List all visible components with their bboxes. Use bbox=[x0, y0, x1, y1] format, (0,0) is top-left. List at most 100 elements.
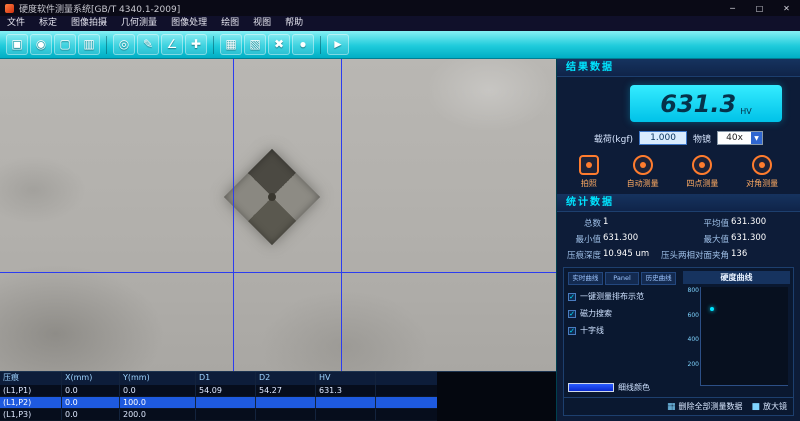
print-icon[interactable]: ▥ bbox=[78, 34, 100, 55]
menu-view[interactable]: 视图 bbox=[246, 16, 278, 31]
tools-icon[interactable]: ✚ bbox=[185, 34, 207, 55]
stat-mean-label: 平均值 bbox=[661, 217, 729, 229]
table-row[interactable]: (L1,P3) 0.0 200.0 bbox=[0, 409, 437, 421]
load-label: 载荷(kgf) bbox=[594, 132, 633, 145]
col-y: Y(mm) bbox=[120, 372, 196, 385]
option-one-key-layout[interactable]: ✓ 一键测量排布示范 bbox=[568, 291, 676, 302]
cell-d2 bbox=[256, 397, 316, 408]
checkbox-icon: ✓ bbox=[568, 310, 576, 318]
grid-delete-icon: ▦ bbox=[667, 402, 676, 412]
four-point-icon bbox=[692, 155, 712, 175]
tab-history-curve[interactable]: 历史曲线 bbox=[641, 272, 676, 285]
results-section-header: 结果数据 bbox=[557, 59, 800, 77]
col-x: X(mm) bbox=[62, 372, 120, 385]
measure-line-vertical-left[interactable] bbox=[233, 59, 234, 371]
col-d2: D2 bbox=[256, 372, 316, 385]
target-icon[interactable]: ◎ bbox=[113, 34, 135, 55]
menu-geometry-measure[interactable]: 几何测量 bbox=[114, 16, 164, 31]
chevron-down-icon: ▼ bbox=[751, 132, 762, 144]
save-image-icon[interactable]: ▣ bbox=[6, 34, 28, 55]
magnifier-toggle[interactable]: ■ 放大镜 bbox=[751, 401, 787, 412]
image-icon[interactable]: ▧ bbox=[244, 34, 266, 55]
live-view-icon[interactable]: ▢ bbox=[54, 34, 76, 55]
cell-y: 100.0 bbox=[120, 397, 196, 408]
line-color-row: 细线颜色 bbox=[568, 382, 676, 393]
stat-mean-value: 631.300 bbox=[731, 217, 792, 229]
cell-indent: (L1,P2) bbox=[0, 397, 62, 408]
delete-icon[interactable]: ✖ bbox=[268, 34, 290, 55]
menu-file[interactable]: 文件 bbox=[0, 16, 32, 31]
col-filler bbox=[376, 372, 437, 385]
menu-help[interactable]: 帮助 bbox=[278, 16, 310, 31]
export-run-icon[interactable]: ► bbox=[327, 34, 349, 55]
menu-image-capture[interactable]: 图像拍摄 bbox=[64, 16, 114, 31]
stat-min-label: 最小值 bbox=[565, 233, 601, 245]
menubar: 文件 标定 图像拍摄 几何测量 图像处理 绘图 视图 帮助 bbox=[0, 16, 800, 31]
capture-icon[interactable]: ◉ bbox=[30, 34, 52, 55]
angle-measure-icon[interactable]: ∠ bbox=[161, 34, 183, 55]
cell-x: 0.0 bbox=[62, 397, 120, 408]
measure-line-vertical-right[interactable] bbox=[341, 59, 342, 371]
objective-dropdown[interactable]: 40x ▼ bbox=[717, 131, 763, 145]
tab-live-curve[interactable]: 实时曲线 bbox=[568, 272, 603, 285]
menu-calibration[interactable]: 标定 bbox=[32, 16, 64, 31]
measure-line-horizontal[interactable] bbox=[0, 272, 556, 273]
option-magnetic-search[interactable]: ✓ 磁力搜索 bbox=[568, 308, 676, 319]
menu-drawing[interactable]: 绘图 bbox=[214, 16, 246, 31]
curve-title: 硬度曲线 bbox=[683, 271, 790, 284]
statistics-grid: 总数 1 平均值 631.300 最小值 631.300 最大值 631.300… bbox=[557, 212, 800, 265]
cell-x: 0.0 bbox=[62, 409, 120, 420]
toolbar-separator bbox=[213, 36, 214, 54]
checkbox-icon: ✓ bbox=[568, 293, 576, 301]
tab-panel[interactable]: Panel bbox=[605, 272, 640, 285]
table-row[interactable]: (L1,P1) 0.0 0.0 54.09 54.27 631.3 bbox=[0, 385, 437, 397]
diagonal-measure-button[interactable]: 对角测量 bbox=[746, 155, 778, 189]
app-window: 硬度软件测量系统[GB/T 4340.1-2009] ─ □ ✕ 文件 标定 图… bbox=[0, 0, 800, 421]
ytick: 400 bbox=[685, 336, 699, 343]
maximize-button[interactable]: □ bbox=[746, 0, 773, 16]
minimize-button[interactable]: ─ bbox=[719, 0, 746, 16]
cell-filler bbox=[376, 397, 437, 408]
stat-depth-value: 10.945 um bbox=[603, 249, 659, 261]
cell-d1 bbox=[196, 409, 256, 420]
curve-panel-body: 实时曲线 Panel 历史曲线 ✓ 一键测量排布示范 ✓ 磁力搜索 bbox=[564, 268, 793, 397]
stat-depth-label: 压痕深度 bbox=[565, 249, 601, 261]
main-area: 压痕 X(mm) Y(mm) D1 D2 HV (L1,P1) 0.0 0.0 … bbox=[0, 59, 800, 421]
option-crosshair[interactable]: ✓ 十字线 bbox=[568, 325, 676, 336]
button-label: 对角测量 bbox=[746, 178, 778, 189]
four-point-measure-button[interactable]: 四点测量 bbox=[686, 155, 718, 189]
grid-icon[interactable]: ▦ bbox=[220, 34, 242, 55]
col-indent: 压痕 bbox=[0, 372, 62, 385]
table-row-selected[interactable]: (L1,P2) 0.0 100.0 bbox=[0, 397, 437, 409]
diagonal-measure-icon bbox=[752, 155, 772, 175]
cell-d1 bbox=[196, 397, 256, 408]
table-header-row: 压痕 X(mm) Y(mm) D1 D2 HV bbox=[0, 372, 437, 385]
cell-filler bbox=[376, 385, 437, 396]
cell-hv: 631.3 bbox=[316, 385, 376, 396]
ytick: 800 bbox=[685, 287, 699, 294]
auto-measure-button[interactable]: 自动测量 bbox=[627, 155, 659, 189]
line-color-swatch[interactable] bbox=[568, 383, 614, 392]
cell-hv bbox=[316, 409, 376, 420]
objective-label: 物镜 bbox=[693, 132, 711, 145]
ytick: 600 bbox=[685, 312, 699, 319]
close-button[interactable]: ✕ bbox=[773, 0, 800, 16]
curve-chart-column: 硬度曲线 800 600 400 200 bbox=[680, 268, 793, 397]
option-label: 一键测量排布示范 bbox=[580, 291, 644, 302]
microscope-image-viewport[interactable] bbox=[0, 59, 556, 371]
measure-edit-icon[interactable]: ✎ bbox=[137, 34, 159, 55]
menu-image-processing[interactable]: 图像处理 bbox=[164, 16, 214, 31]
cell-d2: 54.27 bbox=[256, 385, 316, 396]
capture-photo-button[interactable]: 拍照 bbox=[579, 155, 599, 189]
cell-x: 0.0 bbox=[62, 385, 120, 396]
checkbox-icon: ✓ bbox=[568, 327, 576, 335]
curve-panel: 实时曲线 Panel 历史曲线 ✓ 一键测量排布示范 ✓ 磁力搜索 bbox=[563, 267, 794, 416]
record-icon[interactable]: ● bbox=[292, 34, 314, 55]
window-title: 硬度软件测量系统[GB/T 4340.1-2009] bbox=[19, 2, 180, 15]
load-input[interactable] bbox=[639, 131, 687, 145]
delete-all-data-button[interactable]: ▦ 删除全部测量数据 bbox=[667, 401, 743, 412]
toolbar-separator bbox=[320, 36, 321, 54]
objective-value: 40x bbox=[718, 132, 751, 144]
magnifier-checkbox-icon: ■ bbox=[751, 402, 760, 412]
cell-d1: 54.09 bbox=[196, 385, 256, 396]
